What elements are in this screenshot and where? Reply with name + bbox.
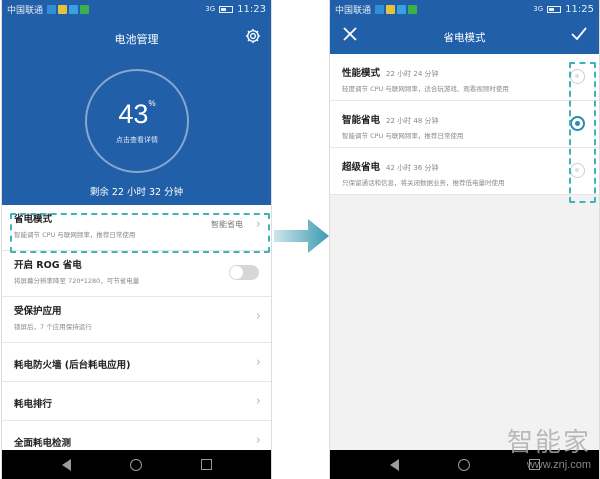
rog-toggle[interactable] [229, 265, 259, 280]
mode-title: 性能模式 22 小时 24 分钟 [342, 68, 439, 79]
home-icon[interactable] [457, 458, 470, 471]
signal-icon: 3G [533, 5, 544, 13]
back-icon[interactable] [389, 458, 399, 471]
item-desc: 锁屏后，7 个应用保持运行 [14, 323, 92, 331]
battery-percent: 43% [118, 99, 156, 129]
mode-title: 超级省电 42 小时 36 分钟 [342, 162, 439, 173]
remaining-time: 剩余 22 小时 32 分钟 [89, 187, 184, 198]
mode-duration: 22 小时 24 分钟 [386, 70, 439, 78]
back-icon[interactable] [61, 458, 71, 471]
chevron-right-icon: › [255, 355, 261, 370]
page-title: 省电模式 [443, 32, 486, 44]
mode-option-ultra[interactable]: 超级省电 42 小时 36 分钟 只保留通话和信息，将关闭数据业务，推荐低电量时使… [330, 148, 599, 195]
watermark: 智能家 www.znj.com [507, 422, 591, 471]
battery-icon [219, 5, 234, 13]
notification-icon [47, 4, 57, 14]
navigation-bar [2, 450, 271, 479]
chevron-right-icon: › [255, 394, 261, 409]
mode-desc: 轻度调节 CPU 与联网频率，适合玩游戏、观看视频时使用 [342, 85, 509, 93]
item-title: 受保护应用 [14, 306, 62, 317]
notification-icon [408, 4, 418, 14]
highlight-frame [10, 213, 270, 253]
check-icon[interactable] [571, 27, 587, 41]
clock: 11:23 [237, 3, 266, 15]
status-bar: 中国联通 3G 11:23 [2, 0, 271, 18]
notification-icons [47, 4, 90, 14]
recent-apps-icon[interactable] [200, 459, 212, 470]
mode-option-performance[interactable]: 性能模式 22 小时 24 分钟 轻度调节 CPU 与联网频率，适合玩游戏、观看视… [330, 54, 599, 101]
notification-icon [69, 4, 79, 14]
list-item-power-firewall[interactable]: 耗电防火墙 (后台耗电应用) › [2, 343, 271, 382]
mode-duration: 42 小时 36 分钟 [386, 164, 439, 172]
watermark-url: www.znj.com [526, 459, 591, 471]
battery-icon [547, 5, 562, 13]
battery-header: 电池管理 43% 点击查看详情 剩余 22 小时 32 分钟 [2, 18, 271, 205]
notification-icons [375, 4, 418, 14]
list-item-rog-power-saving[interactable]: 开启 ROG 省电 将屏幕分辨率降至 720*1280，可节省电量 [2, 251, 271, 297]
notification-icon [375, 4, 385, 14]
title-bar: 省电模式 [330, 18, 599, 54]
mode-option-smart[interactable]: 智能省电 22 小时 48 分钟 智能调节 CPU 与联网频率，推荐日常使用 [330, 101, 599, 148]
carrier-label: 中国联通 [7, 5, 44, 16]
view-details-hint: 点击查看详情 [116, 136, 158, 144]
signal-icon: 3G [205, 5, 216, 13]
clock: 11:25 [565, 3, 594, 15]
notification-icon [397, 4, 407, 14]
tutorial-composite: 中国联通 3G 11:23 电池管理 43% 点击查看详情 剩余 22 小时 3… [0, 0, 600, 479]
mode-duration: 22 小时 48 分钟 [386, 117, 439, 125]
notification-icon [386, 4, 396, 14]
notification-icon [58, 4, 68, 14]
mode-list: 性能模式 22 小时 24 分钟 轻度调节 CPU 与联网频率，适合玩游戏、观看视… [330, 54, 599, 195]
list-item-protected-apps[interactable]: 受保护应用 锁屏后，7 个应用保持运行 › [2, 297, 271, 343]
list-item-power-ranking[interactable]: 耗电排行 › [2, 382, 271, 421]
item-title: 耗电排行 [14, 399, 53, 410]
mode-desc: 智能调节 CPU 与联网频率，推荐日常使用 [342, 132, 464, 140]
battery-level-ring[interactable]: 43% 点击查看详情 [85, 69, 189, 173]
home-icon[interactable] [129, 458, 142, 471]
page-title: 电池管理 [114, 33, 159, 46]
mode-desc: 只保留通话和信息，将关闭数据业务，推荐低电量时使用 [342, 179, 505, 187]
highlight-frame [569, 62, 596, 203]
carrier-label: 中国联通 [335, 5, 372, 16]
status-bar: 中国联通 3G 11:25 [330, 0, 599, 18]
gear-icon[interactable] [244, 27, 262, 45]
battery-management-screen: 中国联通 3G 11:23 电池管理 43% 点击查看详情 剩余 22 小时 3… [1, 0, 272, 479]
arrow-right-icon [274, 219, 329, 253]
watermark-brand: 智能家 [506, 428, 591, 458]
power-saving-mode-screen: 中国联通 3G 11:25 省电模式 性能模式 22 小时 24 分钟 轻度调节… [329, 0, 600, 479]
mode-title: 智能省电 22 小时 48 分钟 [342, 115, 439, 126]
chevron-right-icon: › [255, 309, 261, 324]
item-title: 耗电防火墙 (后台耗电应用) [14, 360, 131, 371]
notification-icon [80, 4, 90, 14]
item-title: 全面耗电检测 [14, 438, 72, 449]
chevron-right-icon: › [255, 433, 261, 448]
